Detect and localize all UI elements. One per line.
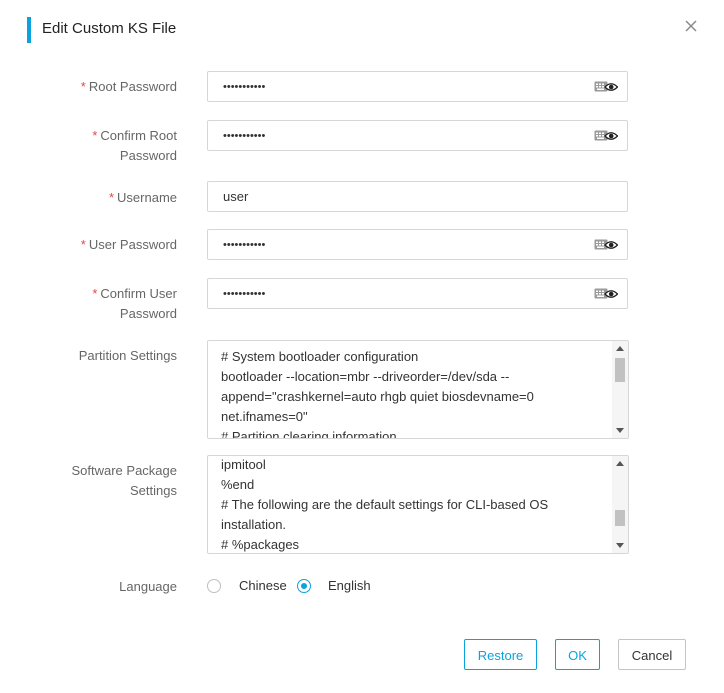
partition-settings-textarea[interactable]: # System bootloader configuration bootlo… [207,340,629,439]
scrollbar-thumb[interactable] [615,358,625,382]
partition-scrollbar[interactable] [612,341,628,438]
close-icon[interactable] [682,17,700,35]
keyboard-eye-icon[interactable] [594,238,618,252]
scroll-down-arrow-icon[interactable] [616,543,624,548]
scroll-up-arrow-icon[interactable] [616,461,624,466]
language-option-chinese[interactable]: Chinese [239,577,287,595]
confirm-root-password-field[interactable]: ••••••••••• [207,120,628,151]
software-package-settings-text: ipmitool %end # The following are the de… [221,457,549,552]
partition-settings-label: Partition Settings [78,348,177,363]
user-password-field[interactable]: ••••••••••• [207,229,628,260]
restore-button[interactable]: Restore [464,639,537,670]
software-package-settings-textarea[interactable]: ipmitool %end # The following are the de… [207,455,629,554]
cancel-button[interactable]: Cancel [618,639,686,670]
title-accent-bar [27,17,31,43]
software-package-scrollbar[interactable] [612,456,628,553]
root-password-field[interactable]: ••••••••••• [207,71,628,102]
confirm-root-password-label: * Confirm Root Password [92,128,177,163]
language-radio-english[interactable] [297,579,311,593]
confirm-user-password-label: * Confirm User Password [92,286,177,321]
scroll-up-arrow-icon[interactable] [616,346,624,351]
username-value: user [223,189,249,204]
scroll-down-arrow-icon[interactable] [616,428,624,433]
root-password-value: ••••••••••• [223,81,266,93]
username-label: * Username [108,190,177,205]
keyboard-eye-icon[interactable] [594,80,618,94]
user-password-value: ••••••••••• [223,239,266,251]
root-password-label: * Root Password [80,79,177,94]
language-option-english[interactable]: English [328,577,371,595]
user-password-label: * User Password [80,237,177,252]
confirm-user-password-field[interactable]: ••••••••••• [207,278,628,309]
language-radio-chinese[interactable] [207,579,221,593]
confirm-user-password-value: ••••••••••• [223,288,266,300]
scrollbar-thumb[interactable] [615,510,625,526]
ok-button[interactable]: OK [555,639,600,670]
software-package-settings-label: Software Package Settings [71,463,177,498]
keyboard-eye-icon[interactable] [594,129,618,143]
username-field[interactable]: user [207,181,628,212]
confirm-root-password-value: ••••••••••• [223,130,266,142]
language-label: Language [119,579,177,594]
dialog-title: Edit Custom KS File [42,20,177,37]
partition-settings-text: # System bootloader configuration bootlo… [221,349,534,439]
keyboard-eye-icon[interactable] [594,287,618,301]
